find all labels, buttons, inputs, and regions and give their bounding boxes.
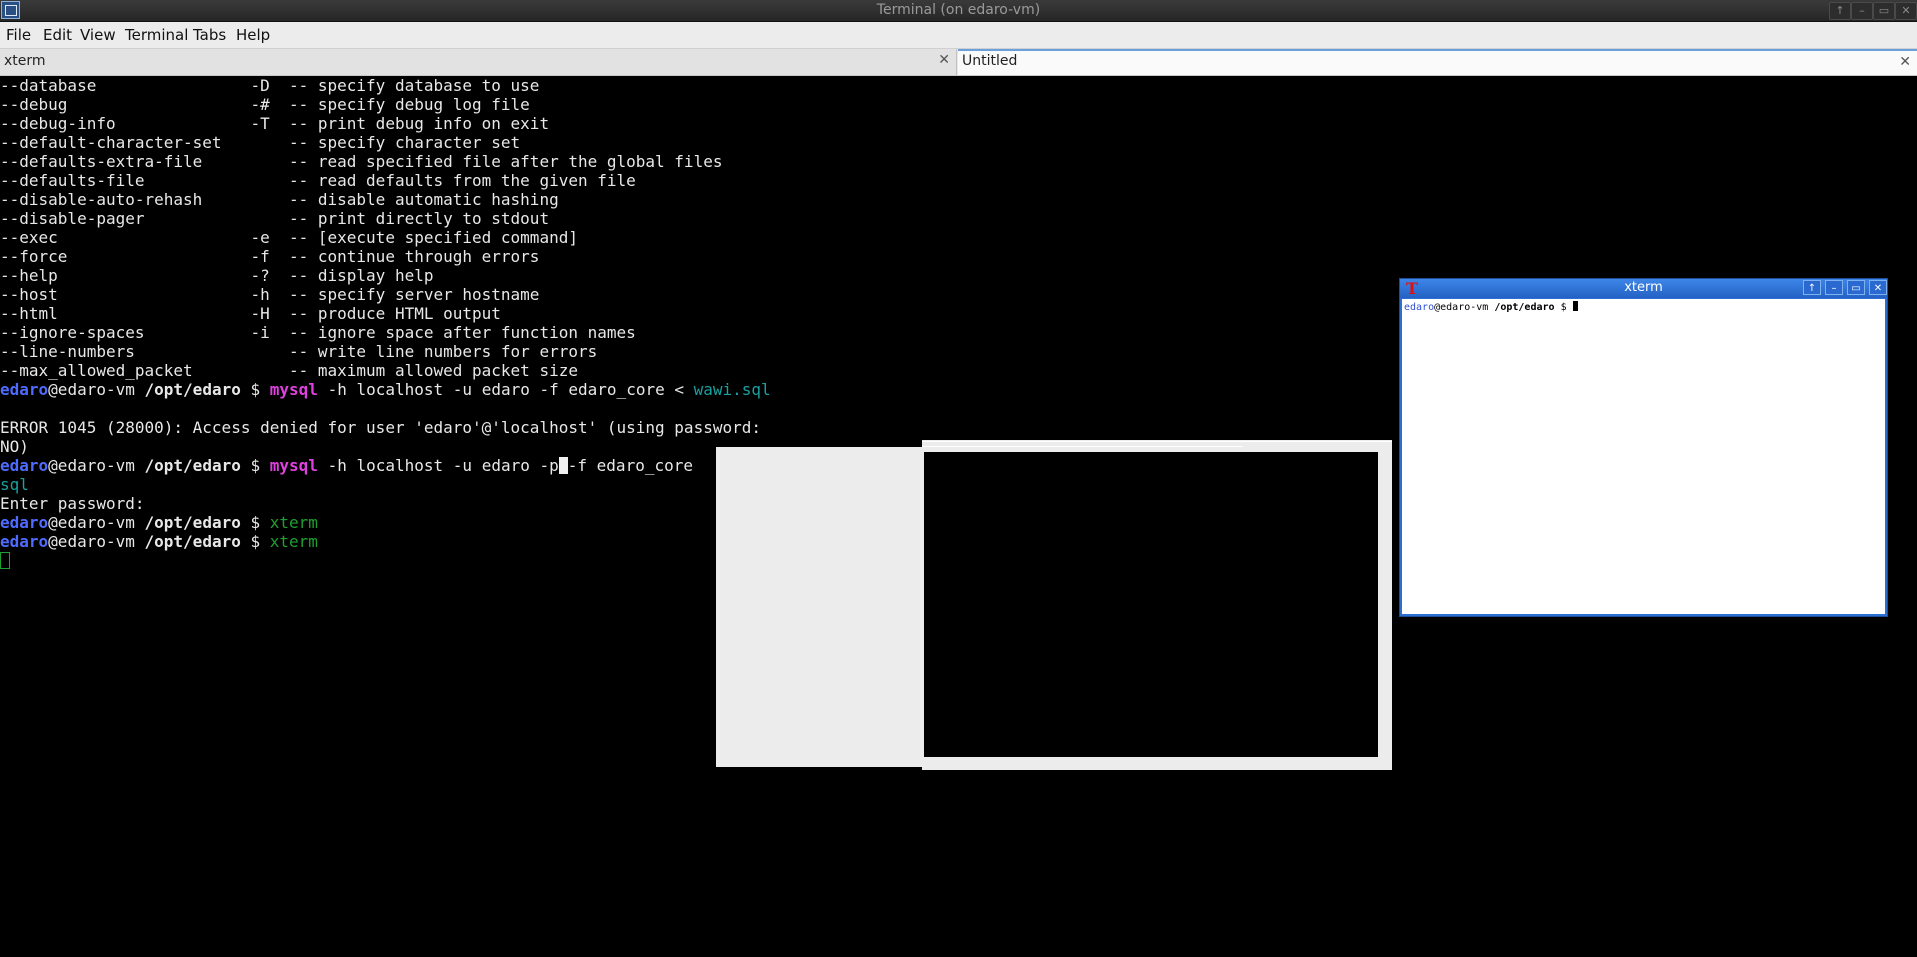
prompt-path: /opt/edaro (144, 456, 241, 475)
command-name: mysql (269, 380, 318, 399)
tab-close-icon[interactable]: ✕ (938, 52, 950, 68)
prompt-host: @edaro-vm (48, 380, 135, 399)
prompt-host: @edaro-vm (48, 456, 135, 475)
terminal-line: --force -f -- continue through errors (0, 247, 540, 266)
xterm-prompt-path: /opt/edaro (1494, 302, 1555, 313)
xterm-prompt-host: @edaro-vm (1434, 302, 1489, 313)
tab-xterm[interactable]: xterm ✕ (0, 49, 957, 75)
tab-label: xterm (4, 53, 46, 69)
terminal-line: --host -h -- specify server hostname (0, 285, 540, 304)
close-button[interactable]: ✕ (1895, 2, 1917, 20)
terminal-line: --defaults-extra-file -- read specified … (0, 152, 723, 171)
terminal-line: --max_allowed_packet -- maximum allowed … (0, 361, 578, 380)
terminal-line: --debug-info -T -- print debug info on e… (0, 114, 550, 133)
command-args: -h localhost -u edaro -f edaro_core < (317, 380, 694, 399)
command-args: -f edaro_core (567, 456, 693, 475)
stale-window-area (716, 447, 923, 767)
menu-help[interactable]: Help (236, 26, 270, 44)
window-titlebar[interactable]: Terminal (on edaro-vm) ↑ – ▭ ✕ (0, 0, 1917, 22)
command-name: xterm (269, 532, 318, 551)
menu-terminal[interactable]: Terminal (125, 26, 188, 44)
prompt-user: edaro (0, 513, 49, 532)
prompt-user: edaro (0, 456, 49, 475)
menu-edit[interactable]: Edit (43, 26, 72, 44)
prompt-path: /opt/edaro (144, 532, 241, 551)
wrapped-text: sql (0, 475, 29, 494)
terminal-line: --database -D -- specify database to use (0, 76, 540, 95)
shade-button[interactable]: ↑ (1829, 2, 1851, 20)
maximize-button[interactable]: ▭ (1873, 2, 1895, 20)
command-file: wawi.sql (693, 380, 771, 399)
terminal-line: --debug -# -- specify debug log file (0, 95, 530, 114)
stale-window-edge (922, 446, 1242, 447)
xterm-prompt-user: edaro (1404, 302, 1435, 313)
tab-close-icon[interactable]: ✕ (1899, 54, 1911, 70)
terminal-line: --html -H -- produce HTML output (0, 304, 501, 323)
prompt-user: edaro (0, 532, 49, 551)
terminal-line: --disable-auto-rehash -- disable automat… (0, 190, 559, 209)
terminal-line: --exec -e -- [execute specified command] (0, 228, 578, 247)
terminal-line: --line-numbers -- write line numbers for… (0, 342, 598, 361)
error-line: NO) (0, 437, 29, 456)
xterm-prompt-symbol: $ (1560, 302, 1567, 313)
prompt-symbol: $ (250, 456, 261, 475)
command-name: xterm (269, 513, 318, 532)
prompt-symbol: $ (250, 513, 261, 532)
stale-window-edge (922, 441, 1392, 442)
error-line: ERROR 1045 (28000): Access denied for us… (0, 418, 761, 437)
terminal-command-line: edaro@edaro-vm /opt/edaro $ xterm (0, 513, 318, 532)
terminal-command-line: edaro@edaro-vm /opt/edaro $ mysql -h loc… (0, 456, 693, 475)
tab-label: Untitled (962, 53, 1018, 69)
prompt-symbol: $ (250, 532, 261, 551)
xterm-close-button[interactable]: ✕ (1869, 280, 1887, 295)
window-title: Terminal (on edaro-vm) (876, 2, 1041, 18)
prompt-user: edaro (0, 380, 49, 399)
prompt-path: /opt/edaro (144, 513, 241, 532)
prompt-symbol: $ (250, 380, 261, 399)
password-prompt: Enter password: (0, 494, 145, 513)
xterm-shade-button[interactable]: ↑ (1803, 280, 1821, 295)
xterm-text-cursor (1572, 301, 1578, 311)
tab-bar: xterm ✕ Untitled ✕ (0, 49, 1917, 76)
stale-window-content (924, 452, 1378, 757)
terminal-line: --default-character-set -- specify chara… (0, 133, 521, 152)
xterm-titlebar[interactable]: T xterm ↑ – ▭ ✕ (1400, 279, 1887, 298)
terminal-line: --ignore-spaces -i -- ignore space after… (0, 323, 636, 342)
terminal-command-line: edaro@edaro-vm /opt/edaro $ xterm (0, 532, 318, 551)
menu-bar: File Edit View Terminal Tabs Help (0, 22, 1917, 49)
terminal-line: --defaults-file -- read defaults from th… (0, 171, 636, 190)
prompt-host: @edaro-vm (48, 532, 135, 551)
menu-view[interactable]: View (80, 26, 116, 44)
xterm-prompt: edaro@edaro-vm /opt/edaro $ (1404, 301, 1578, 313)
xterm-window[interactable]: T xterm ↑ – ▭ ✕ edaro@edaro-vm /opt/edar… (1399, 278, 1888, 617)
xterm-terminal-area[interactable]: edaro@edaro-vm /opt/edaro $ (1402, 299, 1885, 614)
prompt-path: /opt/edaro (144, 380, 241, 399)
command-name: mysql (269, 456, 318, 475)
menu-tabs[interactable]: Tabs (193, 26, 226, 44)
xterm-minimize-button[interactable]: – (1825, 280, 1843, 295)
terminal-line: --help -? -- display help (0, 266, 434, 285)
minimize-button[interactable]: – (1851, 2, 1873, 20)
prompt-host: @edaro-vm (48, 513, 135, 532)
terminal-line: --disable-pager -- print directly to std… (0, 209, 550, 228)
tab-untitled[interactable]: Untitled ✕ (958, 49, 1917, 75)
menu-file[interactable]: File (6, 26, 31, 44)
text-cursor (558, 457, 568, 474)
command-args: -h localhost -u edaro -p (317, 456, 559, 475)
block-cursor (0, 552, 10, 569)
xterm-maximize-button[interactable]: ▭ (1847, 280, 1865, 295)
terminal-command-line: edaro@edaro-vm /opt/edaro $ mysql -h loc… (0, 380, 771, 399)
